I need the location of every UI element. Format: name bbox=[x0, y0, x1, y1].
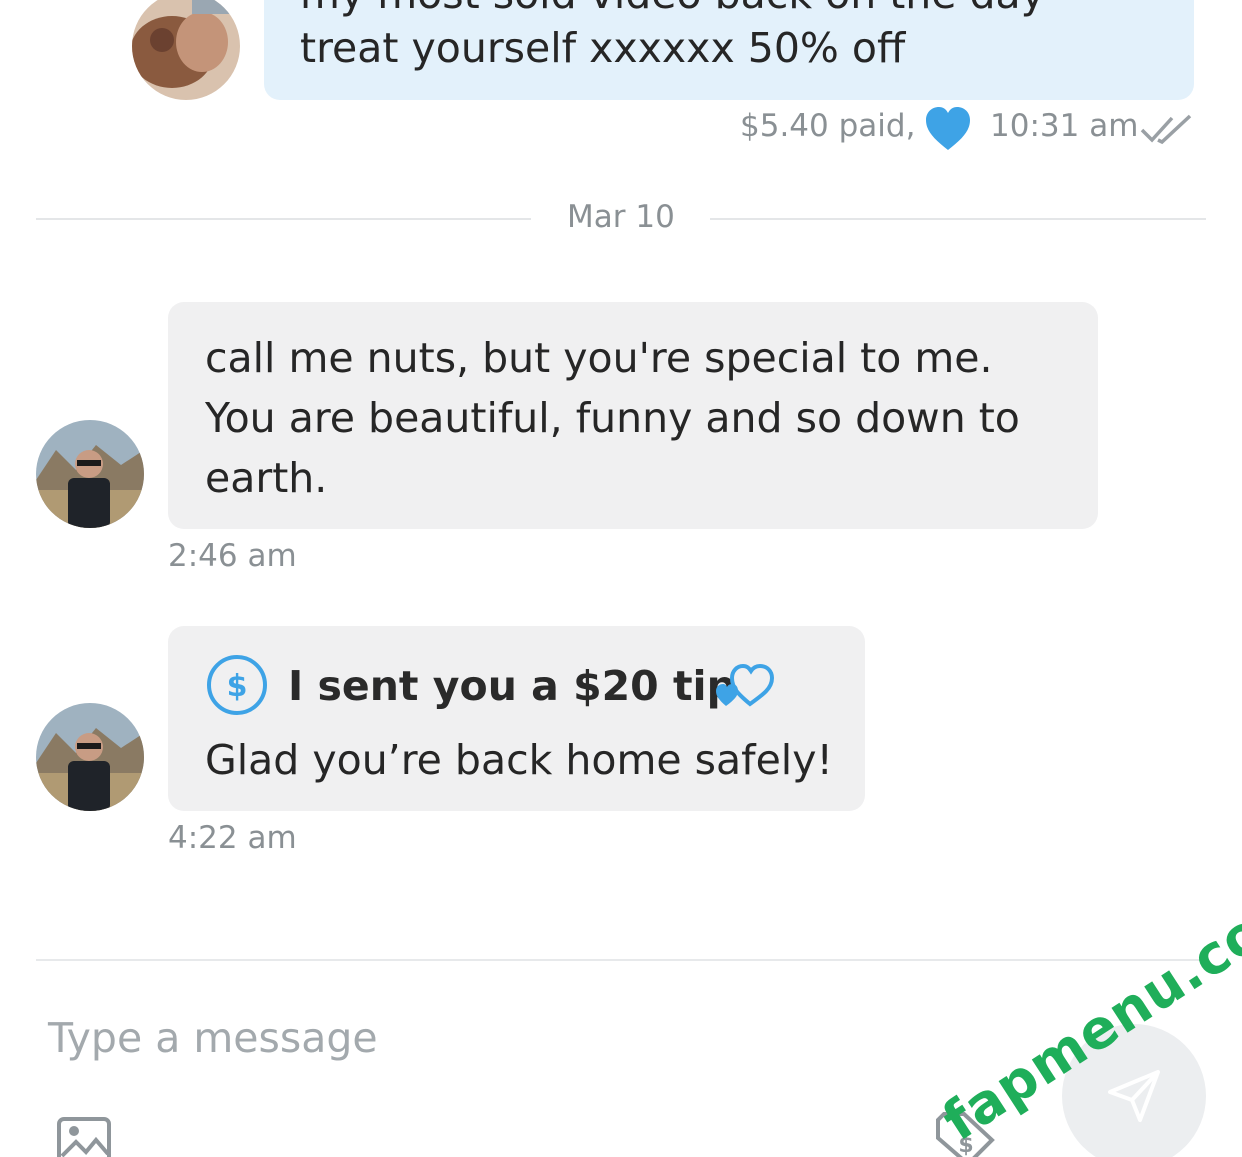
outgoing-message-time: 10:31 am bbox=[990, 108, 1139, 144]
tip-title: I sent you a $20 tip bbox=[288, 662, 736, 710]
incoming-message-line-2: You are beautiful, funny and so down to bbox=[205, 394, 1020, 442]
fan-avatar[interactable] bbox=[36, 420, 144, 528]
date-divider-left bbox=[36, 218, 531, 220]
avatar-photo bbox=[132, 0, 240, 100]
paid-amount: $5.40 paid, bbox=[740, 108, 916, 144]
incoming-message-line-3: earth. bbox=[205, 454, 328, 502]
avatar-photo bbox=[36, 703, 144, 811]
incoming-message-time: 2:46 am bbox=[168, 538, 297, 574]
incoming-message-line-1: call me nuts, but you're special to me. bbox=[205, 334, 993, 382]
svg-text:$: $ bbox=[227, 669, 248, 704]
tip-message-time: 4:22 am bbox=[168, 820, 297, 856]
outgoing-message-line-2: treat yourself xxxxxx 50% off bbox=[300, 24, 906, 72]
date-divider-label: Mar 10 bbox=[567, 199, 675, 235]
fan-avatar[interactable] bbox=[36, 703, 144, 811]
message-input[interactable]: Type a message bbox=[48, 1014, 378, 1062]
double-check-icon bbox=[1140, 112, 1194, 146]
hearts-icon bbox=[714, 658, 778, 710]
sender-avatar-top[interactable] bbox=[132, 0, 240, 100]
heart-icon[interactable] bbox=[924, 106, 972, 152]
dollar-circle-icon: $ bbox=[206, 654, 268, 716]
send-icon bbox=[1106, 1068, 1162, 1124]
image-icon[interactable] bbox=[56, 1116, 112, 1157]
avatar-photo bbox=[36, 420, 144, 528]
date-divider-right bbox=[710, 218, 1206, 220]
composer-divider bbox=[36, 959, 1206, 961]
tip-message-body: Glad you’re back home safely! bbox=[205, 736, 833, 784]
